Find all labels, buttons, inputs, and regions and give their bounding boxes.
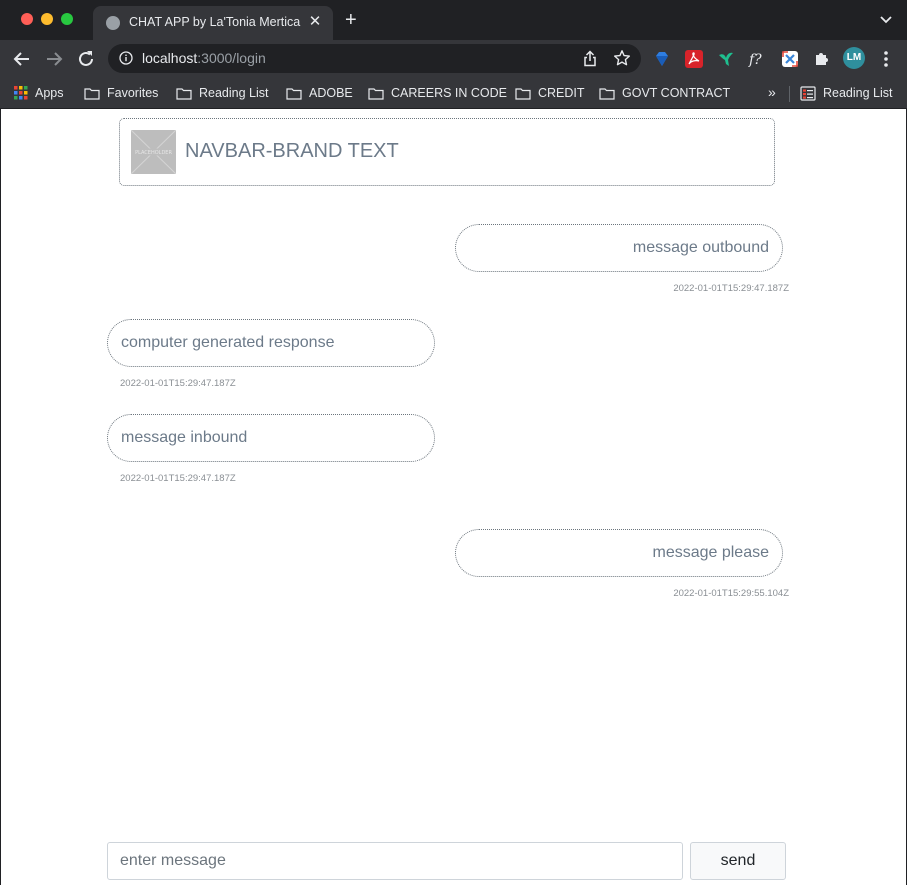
svg-text:f?: f? xyxy=(748,52,762,68)
adobe-pdf-extension-icon[interactable] xyxy=(684,49,704,69)
message-bubble-outbound: message outbound xyxy=(455,224,783,272)
minimize-window-button[interactable] xyxy=(41,13,53,25)
tab-close-icon[interactable]: ✕ xyxy=(307,13,323,31)
folder-icon xyxy=(286,87,302,100)
bookmark-folder-adobe[interactable]: ADOBE xyxy=(286,83,353,103)
browser-title-bar: CHAT APP by La'Tonia Mertica ✕ + xyxy=(0,0,907,40)
message-bubble-outbound: message please xyxy=(455,529,783,577)
message-text: message please xyxy=(652,544,769,561)
bookmark-label: Favorites xyxy=(107,86,159,100)
bookmark-folder-reading-list[interactable]: Reading List xyxy=(176,83,269,103)
message-bubble-inbound: computer generated response xyxy=(107,319,435,367)
folder-icon xyxy=(84,87,100,100)
bookmark-folder-careers-in-code[interactable]: CAREERS IN CODE xyxy=(368,83,507,103)
navbar-brand-text[interactable]: NAVBAR-BRAND TEXT xyxy=(185,140,399,163)
message-text: computer generated response xyxy=(121,334,335,351)
message-bubble-inbound: message inbound xyxy=(107,414,435,462)
formula-extension-icon[interactable]: f? xyxy=(748,49,768,69)
back-icon[interactable] xyxy=(11,48,33,70)
bookmarks-divider xyxy=(789,86,790,102)
bookmark-label: ADOBE xyxy=(309,86,353,100)
placeholder-image-text: PLACEHOLDER xyxy=(135,150,172,156)
star-icon[interactable] xyxy=(613,49,631,67)
folder-icon xyxy=(515,87,531,100)
reading-list-label: Reading List xyxy=(823,86,893,100)
brand-placeholder-image[interactable]: PLACEHOLDER xyxy=(131,130,176,174)
message-timestamp: 2022-01-01T15:29:47.187Z xyxy=(120,378,236,389)
browser-tab-active[interactable]: CHAT APP by La'Tonia Mertica ✕ xyxy=(93,6,333,40)
message-timestamp: 2022-01-01T15:29:55.104Z xyxy=(673,588,789,599)
bookmark-label: CAREERS IN CODE xyxy=(391,86,507,100)
gem-extension-icon[interactable] xyxy=(652,49,672,69)
bookmark-apps[interactable]: Apps xyxy=(14,83,64,103)
extensions-puzzle-icon[interactable] xyxy=(812,49,832,69)
bookmarks-bar: Apps Favorites Reading List ADOBE CAREER… xyxy=(0,78,907,109)
reading-list-button[interactable]: Reading List xyxy=(800,83,893,103)
close-window-button[interactable] xyxy=(21,13,33,25)
reading-list-icon xyxy=(800,85,816,101)
url-host: localhost xyxy=(142,50,198,66)
maximize-window-button[interactable] xyxy=(61,13,73,25)
bookmark-label: Apps xyxy=(35,86,64,100)
browser-toolbar: localhost:3000/login f? LM xyxy=(0,40,907,78)
share-icon[interactable] xyxy=(582,50,598,67)
tab-favicon-icon xyxy=(106,16,120,30)
send-button[interactable]: send xyxy=(690,842,786,880)
bookmarks-overflow-chevron-icon[interactable]: » xyxy=(768,84,776,100)
new-tab-button[interactable]: + xyxy=(345,10,357,30)
message-text: message outbound xyxy=(632,239,769,256)
message-input[interactable] xyxy=(107,842,683,880)
bookmark-folder-govt-contract[interactable]: GOVT CONTRACT xyxy=(599,83,730,103)
tab-search-chevron-icon[interactable] xyxy=(879,14,893,26)
folder-icon xyxy=(368,87,384,100)
more-icon[interactable] xyxy=(878,49,894,69)
screen-capture-extension-icon[interactable] xyxy=(780,49,800,69)
folder-icon xyxy=(176,87,192,100)
info-icon[interactable] xyxy=(119,51,133,65)
navbar: PLACEHOLDER NAVBAR-BRAND TEXT xyxy=(119,118,775,186)
folder-icon xyxy=(599,87,615,100)
reload-icon[interactable] xyxy=(75,48,97,70)
bookmark-label: Reading List xyxy=(199,86,269,100)
placeholder-image-icon: PLACEHOLDER xyxy=(131,130,176,174)
page-viewport: PLACEHOLDER NAVBAR-BRAND TEXT message ou… xyxy=(0,109,907,885)
bird-extension-icon[interactable] xyxy=(716,49,736,69)
message-text: message inbound xyxy=(121,429,248,446)
bookmark-label: CREDIT xyxy=(538,86,585,100)
profile-avatar[interactable]: LM xyxy=(843,47,865,69)
url-path: :3000/login xyxy=(197,50,266,66)
address-bar[interactable]: localhost:3000/login xyxy=(108,44,641,73)
bookmark-label: GOVT CONTRACT xyxy=(622,86,731,100)
forward-icon[interactable] xyxy=(43,48,65,70)
message-timestamp: 2022-01-01T15:29:47.187Z xyxy=(120,473,236,484)
bookmark-folder-favorites[interactable]: Favorites xyxy=(84,83,158,103)
bookmark-folder-credit[interactable]: CREDIT xyxy=(515,83,585,103)
apps-grid-icon xyxy=(14,86,28,100)
tab-title: CHAT APP by La'Tonia Mertica xyxy=(129,15,301,29)
address-url[interactable]: localhost:3000/login xyxy=(142,50,266,66)
message-timestamp: 2022-01-01T15:29:47.187Z xyxy=(673,283,789,294)
